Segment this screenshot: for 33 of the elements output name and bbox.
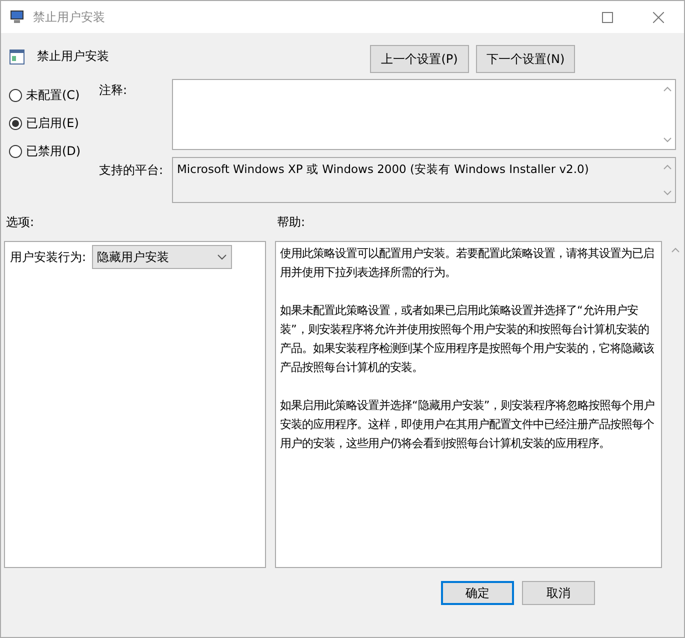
radio-label: 未配置(C) <box>26 87 80 104</box>
comment-field[interactable] <box>172 79 676 150</box>
platform-text: Microsoft Windows XP 或 Windows 2000 (安装有 Windows Installer v2.0) <box>176 161 590 178</box>
chevron-down-icon <box>217 254 228 260</box>
help-paragraph: 如果启用此策略设置并选择“隐藏用户安装”，则安装程序将忽略按照每个用户安装的应用程序。这样，即使用户在其用户配置文件中已经注册产品按照每个用户的安装，这些用户仍将会看到按照每台计算机安装的应用程序。 <box>280 398 656 452</box>
scroll-up-icon[interactable] <box>662 164 672 170</box>
scroll-up-icon[interactable] <box>671 247 680 253</box>
behavior-label: 用户安装行为: <box>10 249 86 266</box>
scroll-down-icon[interactable] <box>662 190 672 196</box>
policy-icon <box>9 49 25 65</box>
radio-label: 已启用(E) <box>26 115 79 132</box>
radio-label: 已禁用(D) <box>26 143 81 160</box>
radio-button[interactable] <box>9 116 22 130</box>
nav-button[interactable]: 上一个设置(P) <box>370 45 469 73</box>
window-title: 禁止用户安装 <box>33 9 105 26</box>
policy-title: 禁止用户安装 <box>37 48 109 65</box>
help-paragraph: 使用此策略设置可以配置用户安装。若要配置此策略设置，请将其设置为已启用并使用下拉列表选择所需的行为。 <box>280 246 655 281</box>
platform-label: 支持的平台: <box>99 162 164 179</box>
scroll-up-icon[interactable] <box>662 86 672 92</box>
dialog-button[interactable]: 取消 <box>522 581 595 605</box>
scroll-down-icon[interactable] <box>662 137 672 143</box>
behavior-dropdown[interactable]: 隐藏用户安装 <box>92 245 232 269</box>
help-paragraph: 如果未配置此策略设置，或者如果已启用此策略设置并选择了“允许用户安装”，则安装程序将允许并使用按照每个用户安装的和按照每台计算机安装的产品。如果安装程序检测到某个应用程序是按照每个用户安装的，它将隐藏该产品按照每台计算机的安装。 <box>280 303 655 376</box>
radio-button[interactable] <box>9 144 22 158</box>
help-label: 帮助: <box>277 214 306 231</box>
radio-button[interactable] <box>9 88 22 102</box>
dialog-button[interactable]: 确定 <box>441 581 514 605</box>
comment-label: 注释: <box>99 82 128 99</box>
options-label: 选项: <box>6 214 36 231</box>
nav-button[interactable]: 下一个设置(N) <box>476 45 575 73</box>
close-icon[interactable] <box>653 12 664 22</box>
maximize-icon[interactable] <box>602 12 613 22</box>
computer-icon <box>9 9 25 25</box>
